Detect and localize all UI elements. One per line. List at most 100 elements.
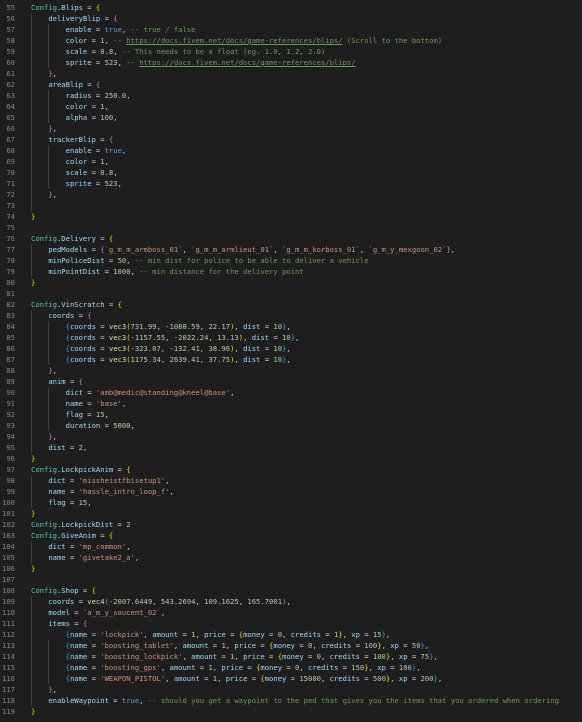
code-line[interactable]: 67 trackerBlip = { — [0, 134, 582, 145]
code-line[interactable]: 62 areaBlip = { — [0, 79, 582, 90]
code-line[interactable]: 109 coords = vec4(-2007.6449, 543.2694, … — [0, 596, 582, 607]
code-line[interactable]: 73 — [0, 200, 582, 211]
code-line[interactable]: 56 deliveryBlip = { — [0, 13, 582, 24]
code-line[interactable]: 103 Config.GiveAnim = { — [0, 530, 582, 541]
code-line[interactable]: 95 dist = 2, — [0, 442, 582, 453]
code-text: {name = 'WEAPON_PISTOL', amount = 1, pri… — [31, 673, 443, 684]
code-line[interactable]: 60 sprite = 523, -- https://docs.fivem.n… — [0, 57, 582, 68]
code-line[interactable]: 90 dict = 'amb@medic@standing@kneel@base… — [0, 387, 582, 398]
code-line[interactable]: 100 flag = 15, — [0, 497, 582, 508]
code-text: sprite = 523, — [31, 178, 122, 189]
code-line[interactable]: 107 — [0, 574, 582, 585]
code-token: xp — [398, 652, 408, 661]
line-number: 106 — [2, 564, 15, 573]
code-line[interactable]: 88 }, — [0, 365, 582, 376]
code-line[interactable]: 115 {name = 'boosting_gps', amount = 1, … — [0, 662, 582, 673]
code-line[interactable]: 94 }, — [0, 431, 582, 442]
code-line[interactable]: 79 minPointDist = 1000, -- min distance … — [0, 266, 582, 277]
code-line[interactable]: 75 — [0, 222, 582, 233]
code-line[interactable]: 89 anim = { — [0, 376, 582, 387]
code-line[interactable]: 57 enable = true, -- true / false — [0, 24, 582, 35]
code-line[interactable]: 66 }, — [0, 123, 582, 134]
code-token: 2 — [126, 520, 131, 529]
code-line[interactable]: 99 name = 'hassle_intro_loop_f', — [0, 486, 582, 497]
code-line[interactable]: 81 — [0, 288, 582, 299]
code-line[interactable]: 61 }, — [0, 68, 582, 79]
code-token: dist — [243, 322, 261, 331]
code-line[interactable]: 106} — [0, 563, 582, 574]
code-token: , — [295, 333, 300, 342]
code-line[interactable]: 93 duration = 5000, — [0, 420, 582, 431]
code-line[interactable]: 87 {coords = vec3(1175.34, 2639.41, 37.7… — [0, 354, 582, 365]
code-line[interactable]: 114 {name = 'boosting_lockpick', amount … — [0, 651, 582, 662]
code-token: , — [390, 652, 399, 661]
code-text: minPointDist = 1000, -- min distance for… — [31, 266, 303, 277]
code-line[interactable]: 69 color = 1, — [0, 156, 582, 167]
code-line[interactable]: 118 enableWaypoint = true, -- should you… — [0, 695, 582, 706]
code-text: flag = 15, — [31, 497, 91, 508]
code-line[interactable]: 119} — [0, 706, 582, 717]
code-line[interactable]: 85 {coords = vec3(-1157.55, -2022.24, 13… — [0, 332, 582, 343]
code-token: = — [95, 322, 109, 331]
code-line[interactable]: 92 flag = 15, — [0, 409, 582, 420]
code-line[interactable]: 105 name = 'givetake2_a', — [0, 552, 582, 563]
code-line[interactable]: 113 {name = 'boosting_tablet', amount = … — [0, 640, 582, 651]
code-line[interactable]: 108 Config.Shop = { — [0, 585, 582, 596]
code-token: , — [450, 245, 456, 254]
line-number: 58 — [6, 36, 15, 45]
code-line[interactable]: 86 {coords = vec3(-323.07, -132.41, 38.9… — [0, 343, 582, 354]
code-line[interactable]: 110 model = `a_m_y_soucent_02`, — [0, 607, 582, 618]
code-line[interactable]: 58 color = 1, -- https://docs.fivem.net/… — [0, 35, 582, 46]
code-token: Blips — [61, 3, 83, 12]
code-token: = — [87, 157, 101, 166]
code-line[interactable]: 96} — [0, 453, 582, 464]
code-line[interactable]: 71 sprite = 523, — [0, 178, 582, 189]
code-token: , — [320, 652, 330, 661]
code-line[interactable]: 64 color = 1, — [0, 101, 582, 112]
code-line[interactable]: 116 {name = 'WEAPON_PISTOL', amount = 1,… — [0, 673, 582, 684]
code-line[interactable]: 82 Config.VinScratch = { — [0, 299, 582, 310]
code-line[interactable]: 98 dict = 'missheistfbisetup1', — [0, 475, 582, 486]
line-number: 118 — [2, 696, 15, 705]
code-token: (Scroll to the bottom) — [342, 36, 443, 45]
code-line[interactable]: 78 minPoliceDist = 50, -- min dist for p… — [0, 255, 582, 266]
code-line[interactable]: 74} — [0, 211, 582, 222]
code-line[interactable]: 101} — [0, 508, 582, 519]
code-line[interactable]: 68 enable = true, — [0, 145, 582, 156]
code-line[interactable]: 76 Config.Delivery = { — [0, 233, 582, 244]
code-text: dict = 'amb@medic@standing@kneel@base', — [31, 387, 235, 398]
code-line[interactable]: 102 Config.LockpickDist = 2 — [0, 519, 582, 530]
code-line[interactable]: 59 scale = 0.8, -- This needs to be a fl… — [0, 46, 582, 57]
code-line[interactable]: 63 radius = 250.0, — [0, 90, 582, 101]
line-number: 90 — [6, 388, 15, 397]
line-number: 57 — [6, 25, 15, 34]
indent-guide — [31, 310, 32, 453]
code-line[interactable]: 77 pedModels = {`g_m_m_armboss_01`, `g_m… — [0, 244, 582, 255]
code-line[interactable]: 97 Config.LockpickAnim = { — [0, 464, 582, 475]
code-line[interactable]: 84 {coords = vec3(731.99, -1088.59, 22.1… — [0, 321, 582, 332]
code-line[interactable]: 111 items = { — [0, 618, 582, 629]
code-line[interactable]: 91 name = 'base', — [0, 398, 582, 409]
code-token: amount — [191, 652, 218, 661]
code-token: amount — [169, 663, 196, 672]
code-line[interactable]: 83 coords = { — [0, 310, 582, 321]
code-line[interactable]: 72 }, — [0, 189, 582, 200]
code-text: Config.Delivery = { — [31, 233, 113, 244]
code-line[interactable]: 70 scale = 0.8, — [0, 167, 582, 178]
code-line[interactable]: 55 Config.Blips = { — [0, 2, 582, 13]
code-token: = — [65, 553, 79, 562]
code-line[interactable]: 112 {name = 'lockpick', amount = 1, pric… — [0, 629, 582, 640]
code-token: , — [130, 421, 135, 430]
code-line[interactable]: 117 }, — [0, 684, 582, 695]
code-text: color = 1, — [31, 156, 109, 167]
code-line[interactable]: 104 dict = 'mp_common', — [0, 541, 582, 552]
code-editor[interactable]: 55 Config.Blips = {56 deliveryBlip = {57 … — [0, 0, 582, 722]
code-line[interactable]: 80} — [0, 277, 582, 288]
code-token: } — [31, 454, 36, 463]
code-token: , — [433, 652, 438, 661]
code-token: dist — [243, 344, 261, 353]
code-text: items = { — [31, 618, 87, 629]
code-line[interactable]: 65 alpha = 100, — [0, 112, 582, 123]
